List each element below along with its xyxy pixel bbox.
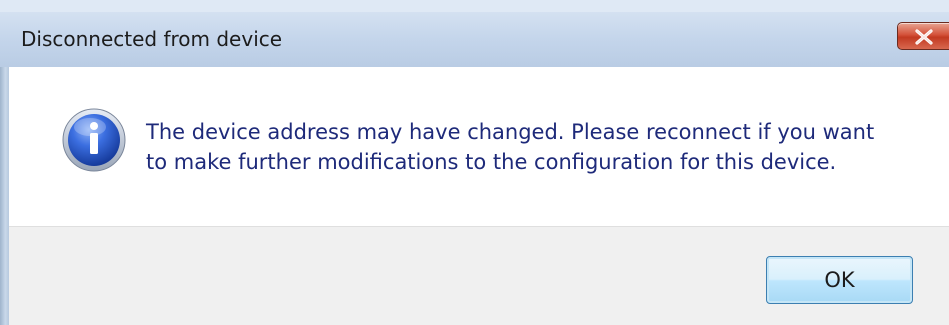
info-icon — [61, 107, 127, 177]
message-line-1: The device address may have changed. Ple… — [146, 120, 875, 144]
message-line-2: to make further modifications to the con… — [146, 150, 837, 174]
close-icon — [915, 29, 933, 45]
message-dialog: Disconnected from device The device addr… — [0, 0, 949, 325]
ok-button[interactable]: OK — [766, 256, 913, 304]
dialog-message: The device address may have changed. Ple… — [146, 117, 906, 177]
window-title: Disconnected from device — [21, 27, 283, 51]
close-button[interactable] — [897, 22, 949, 50]
